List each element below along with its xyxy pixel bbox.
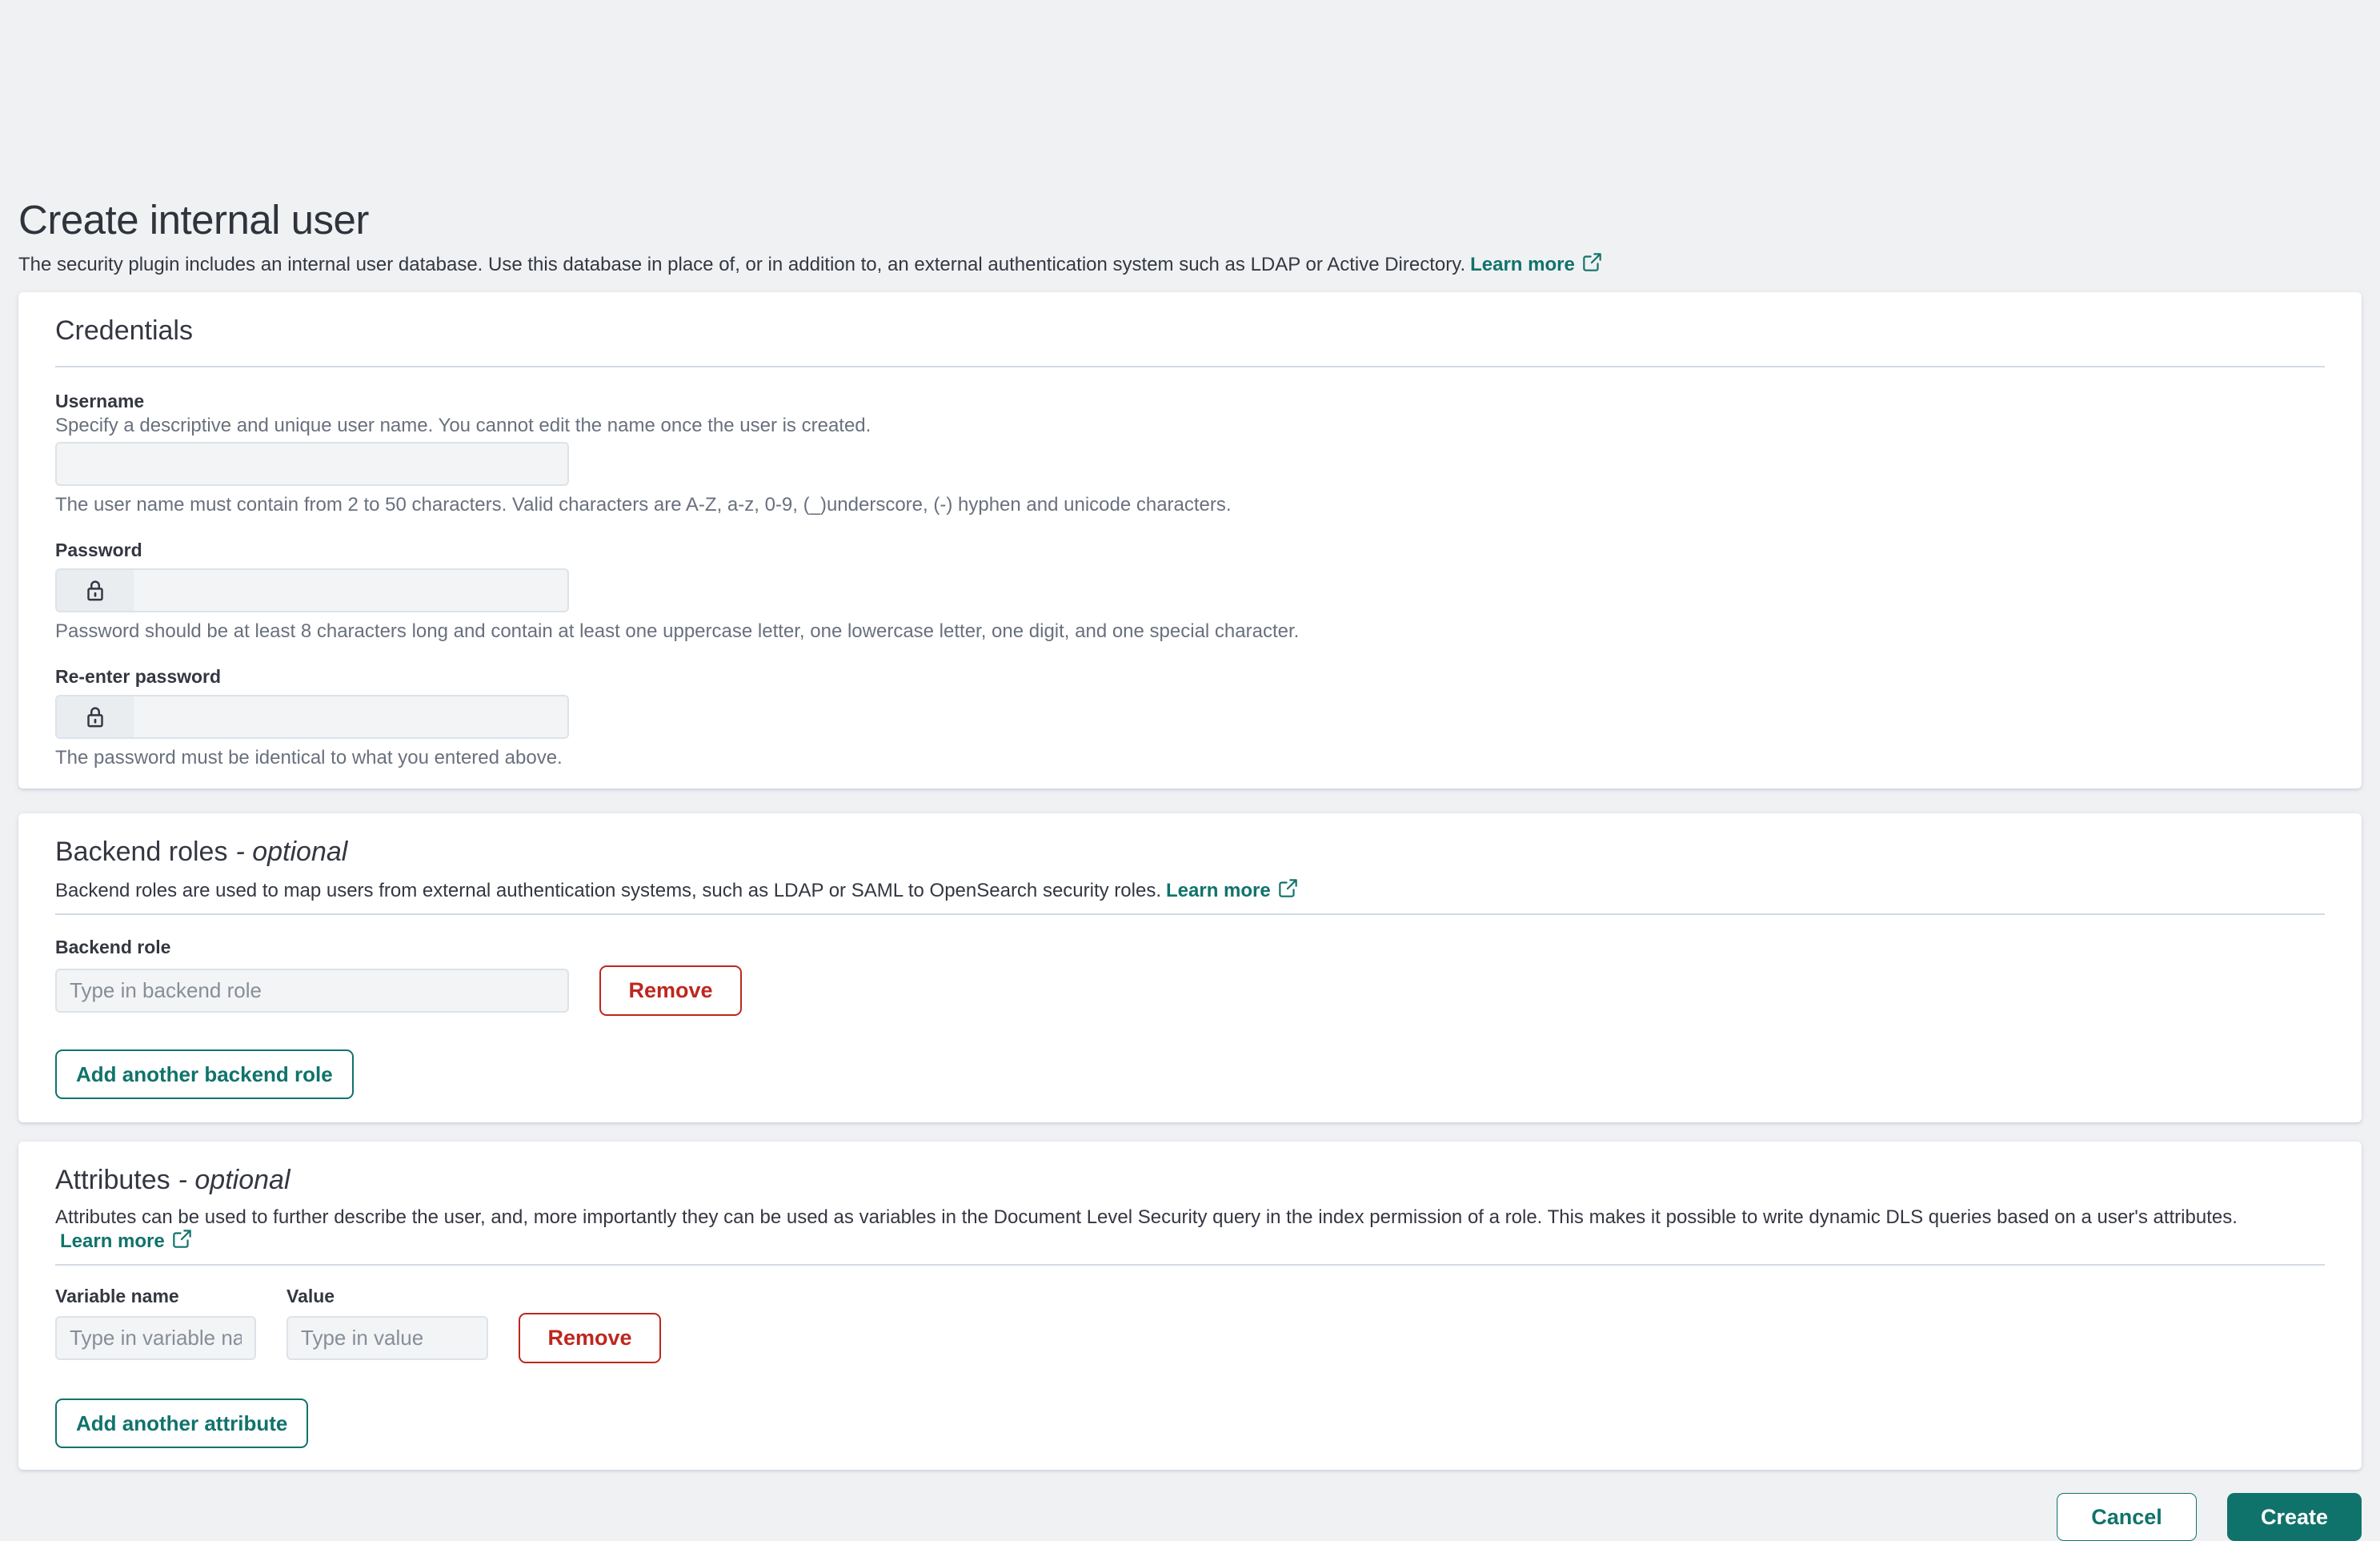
learn-more-link[interactable]: Learn more <box>1470 252 1602 278</box>
attributes-heading: Attributes - optional <box>55 1164 2325 1197</box>
backend-roles-description: Backend roles are used to map users from… <box>55 878 2325 904</box>
cancel-button[interactable]: Cancel <box>2057 1493 2197 1541</box>
username-help: The user name must contain from 2 to 50 … <box>55 494 2325 516</box>
add-backend-role-button[interactable]: Add another backend role <box>55 1049 354 1099</box>
remove-backend-role-button[interactable]: Remove <box>599 965 742 1016</box>
footer-actions: Cancel Create <box>18 1493 2362 1541</box>
backend-role-row: Remove <box>55 965 2325 1016</box>
reenter-password-help: The password must be identical to what y… <box>55 747 2325 769</box>
username-label: Username <box>55 390 2325 413</box>
page-header: Create internal user The security plugin… <box>18 0 2362 278</box>
remove-attribute-button[interactable]: Remove <box>519 1313 661 1363</box>
backend-role-label: Backend role <box>55 936 2325 959</box>
divider <box>55 366 2325 367</box>
reenter-password-input[interactable] <box>134 696 567 737</box>
variable-name-label: Variable name <box>55 1285 256 1308</box>
attribute-labels-row: Variable name Value <box>55 1285 2325 1308</box>
external-link-icon <box>1582 252 1602 278</box>
intro-text: The security plugin includes an internal… <box>18 254 1465 275</box>
username-input[interactable] <box>55 442 569 486</box>
password-input[interactable] <box>134 570 567 611</box>
password-help: Password should be at least 8 characters… <box>55 620 2325 643</box>
lock-icon <box>57 696 134 737</box>
backend-roles-panel: Backend roles - optional Backend roles ar… <box>18 813 2362 1122</box>
variable-name-input[interactable] <box>55 1316 256 1360</box>
username-description: Specify a descriptive and unique user na… <box>55 415 2325 437</box>
external-link-icon <box>172 1229 192 1254</box>
learn-more-label: Learn more <box>1470 254 1575 276</box>
page-title: Create internal user <box>18 195 2362 244</box>
backend-roles-description-text: Backend roles are used to map users from… <box>55 880 1161 901</box>
attributes-description: Attributes can be used to further descri… <box>55 1206 2325 1254</box>
credentials-heading: Credentials <box>55 315 2325 347</box>
attributes-heading-text: Attributes <box>55 1165 170 1195</box>
learn-more-link[interactable]: Learn more <box>60 1229 192 1254</box>
learn-more-link[interactable]: Learn more <box>1166 878 1298 904</box>
password-field[interactable] <box>55 568 569 612</box>
value-label: Value <box>286 1285 488 1308</box>
add-attribute-button[interactable]: Add another attribute <box>55 1399 308 1448</box>
credentials-panel: Credentials Username Specify a descripti… <box>18 292 2362 789</box>
create-button[interactable]: Create <box>2227 1493 2362 1541</box>
divider <box>55 1264 2325 1266</box>
value-input[interactable] <box>286 1316 488 1360</box>
external-link-icon <box>1278 878 1298 904</box>
optional-suffix: - optional <box>178 1165 290 1195</box>
reenter-password-label: Re-enter password <box>55 665 2325 688</box>
attributes-description-text: Attributes can be used to further descri… <box>55 1206 2238 1228</box>
create-internal-user-page: Create internal user The security plugin… <box>0 0 2380 1541</box>
learn-more-label: Learn more <box>1166 880 1271 902</box>
attribute-row: Remove <box>55 1313 2325 1363</box>
learn-more-label: Learn more <box>60 1230 165 1253</box>
lock-icon <box>57 570 134 611</box>
optional-suffix: - optional <box>235 837 347 867</box>
divider <box>55 913 2325 915</box>
reenter-password-field[interactable] <box>55 695 569 739</box>
attributes-panel: Attributes - optional Attributes can be u… <box>18 1142 2362 1470</box>
password-label: Password <box>55 539 2325 562</box>
backend-roles-heading-text: Backend roles <box>55 837 227 867</box>
backend-roles-heading: Backend roles - optional <box>55 836 2325 869</box>
backend-role-input[interactable] <box>55 969 569 1013</box>
page-subtitle: The security plugin includes an internal… <box>18 252 2362 278</box>
